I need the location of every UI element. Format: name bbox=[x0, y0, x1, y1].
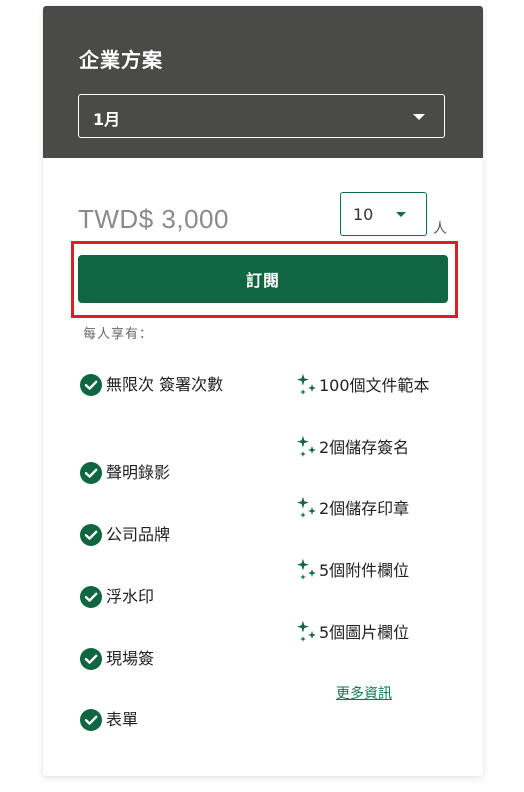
check-circle-icon bbox=[80, 374, 102, 396]
extra-item: 100個文件範本 bbox=[296, 372, 476, 396]
feature-label: 浮水印 bbox=[106, 587, 155, 606]
chevron-down-icon bbox=[396, 212, 406, 217]
extra-item: 2個儲存印章 bbox=[296, 495, 476, 519]
billing-period-value: 1月 bbox=[93, 110, 121, 129]
subscribe-button[interactable]: 訂閱 bbox=[78, 255, 448, 303]
extra-label: 2個儲存簽名 bbox=[319, 438, 410, 457]
feature-label: 無限次 簽署次數 bbox=[106, 375, 224, 394]
extra-label: 5個附件欄位 bbox=[319, 561, 410, 580]
card-header: 企業方案 1月 bbox=[43, 6, 483, 158]
feature-label: 現場簽 bbox=[106, 649, 155, 668]
feature-item: 無限次 簽署次數 bbox=[80, 373, 230, 399]
plan-price: TWD$ 3,000 bbox=[78, 204, 229, 234]
check-circle-icon bbox=[80, 524, 102, 546]
sparkle-icon bbox=[297, 435, 316, 457]
per-person-label: 每人享有： bbox=[83, 327, 154, 342]
feature-label: 聲明錄影 bbox=[106, 463, 171, 482]
seat-quantity-select[interactable]: 10 bbox=[340, 192, 427, 236]
sparkle-icon bbox=[297, 373, 316, 395]
feature-item: 浮水印 bbox=[80, 585, 230, 611]
feature-item: 現場簽 bbox=[80, 647, 230, 673]
sparkle-icon bbox=[297, 496, 316, 518]
pricing-card: 企業方案 1月 TWD$ 3,000 10 人 訂閱 每人享有： 無限次 簽署次… bbox=[43, 6, 483, 776]
check-circle-icon bbox=[80, 586, 102, 608]
feature-item: 聲明錄影 bbox=[80, 461, 230, 487]
extra-label: 5個圖片欄位 bbox=[319, 623, 410, 642]
feature-item: 公司品牌 bbox=[80, 523, 230, 549]
feature-label: 公司品牌 bbox=[106, 525, 171, 544]
feature-item: 表單 bbox=[80, 708, 230, 734]
seat-quantity-value: 10 bbox=[353, 205, 374, 224]
seat-unit-label: 人 bbox=[433, 221, 447, 237]
billing-period-select[interactable]: 1月 bbox=[78, 94, 445, 138]
extra-item: 2個儲存簽名 bbox=[296, 434, 476, 458]
extra-label: 2個儲存印章 bbox=[319, 499, 410, 518]
plan-title: 企業方案 bbox=[79, 48, 163, 72]
extra-item: 5個附件欄位 bbox=[296, 557, 476, 581]
check-circle-icon bbox=[80, 462, 102, 484]
extra-item: 5個圖片欄位 bbox=[296, 619, 476, 643]
more-info-link[interactable]: 更多資訊 bbox=[336, 683, 392, 703]
extra-label: 100個文件範本 bbox=[319, 376, 430, 395]
check-circle-icon bbox=[80, 648, 102, 670]
feature-label: 表單 bbox=[106, 710, 139, 729]
sparkle-icon bbox=[297, 620, 316, 642]
chevron-down-icon bbox=[413, 114, 425, 120]
sparkle-icon bbox=[297, 558, 316, 580]
check-circle-icon bbox=[80, 709, 102, 731]
